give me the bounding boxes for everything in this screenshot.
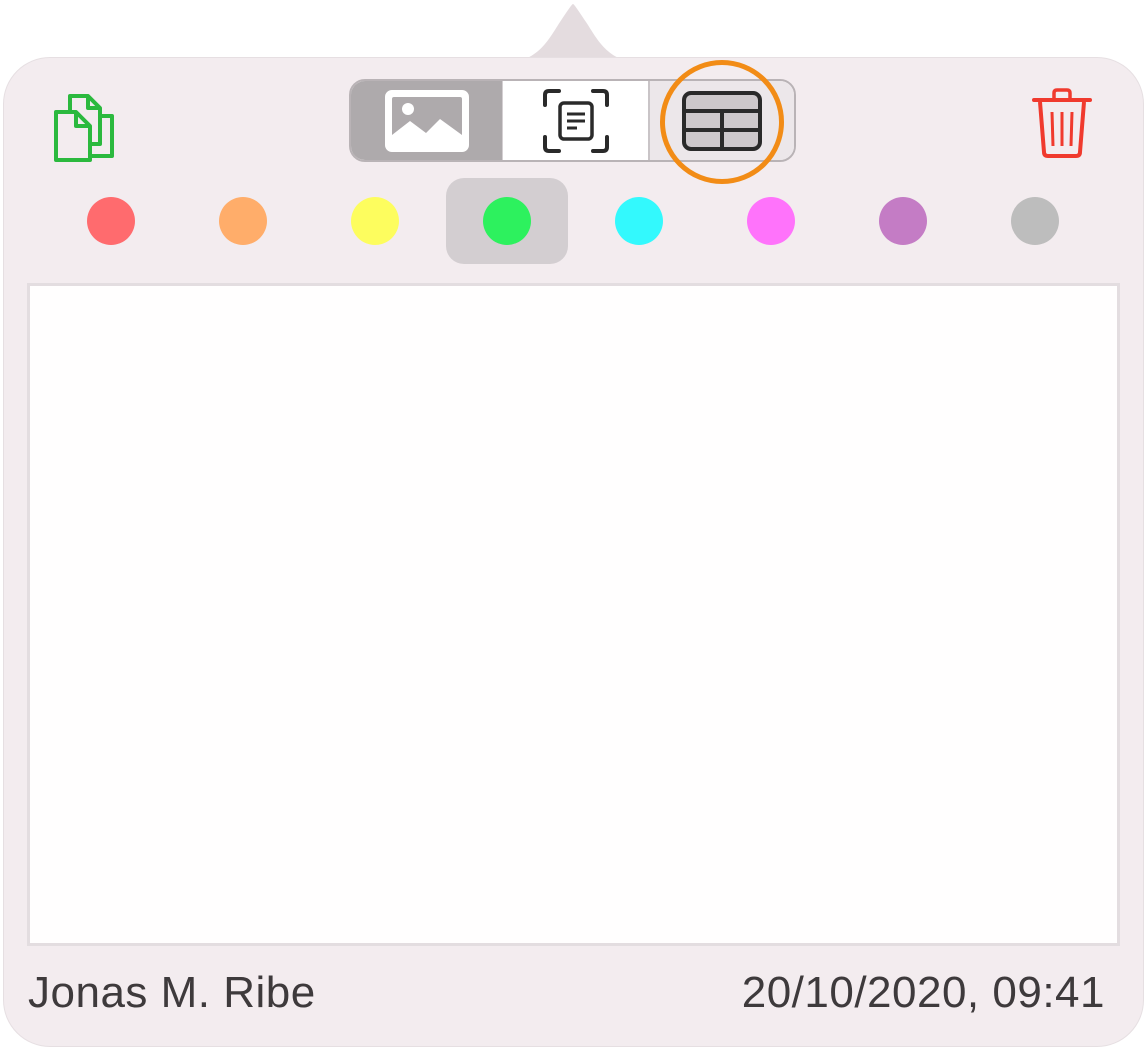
color-swatch-dot xyxy=(879,197,927,245)
table-icon xyxy=(682,90,762,151)
note-text-area[interactable] xyxy=(27,283,1120,946)
capture-mode-segmented-control xyxy=(349,79,796,162)
color-swatch-dot xyxy=(747,197,795,245)
color-option-6[interactable] xyxy=(710,178,832,264)
color-option-5[interactable] xyxy=(578,178,700,264)
color-option-8[interactable] xyxy=(974,178,1096,264)
note-timestamp: 20/10/2020, 09:41 xyxy=(741,968,1105,1017)
color-option-4[interactable] xyxy=(446,178,568,264)
color-picker xyxy=(46,178,1102,264)
delete-button[interactable] xyxy=(1030,88,1094,160)
image-icon xyxy=(384,89,469,152)
color-swatch-dot xyxy=(351,197,399,245)
color-swatch-dot xyxy=(1011,197,1059,245)
popover-arrow xyxy=(498,4,648,64)
color-swatch-dot xyxy=(87,197,135,245)
note-popover-stage: Jonas M. Ribe 20/10/2020, 09:41 xyxy=(0,0,1147,1052)
color-option-3[interactable] xyxy=(314,178,436,264)
copy-button[interactable] xyxy=(50,86,120,166)
color-option-2[interactable] xyxy=(182,178,304,264)
trash-icon xyxy=(1032,88,1092,158)
color-swatch-dot xyxy=(219,197,267,245)
author-name: Jonas M. Ribe xyxy=(28,968,316,1017)
text-scan-icon xyxy=(542,88,609,153)
color-option-1[interactable] xyxy=(50,178,172,264)
copy-icon xyxy=(54,94,114,162)
mode-image-segment[interactable] xyxy=(351,81,502,160)
color-swatch-dot xyxy=(615,197,663,245)
color-swatch-dot xyxy=(483,197,531,245)
mode-table-segment[interactable] xyxy=(650,81,794,160)
mode-text-segment[interactable] xyxy=(502,81,650,160)
color-option-7[interactable] xyxy=(842,178,964,264)
